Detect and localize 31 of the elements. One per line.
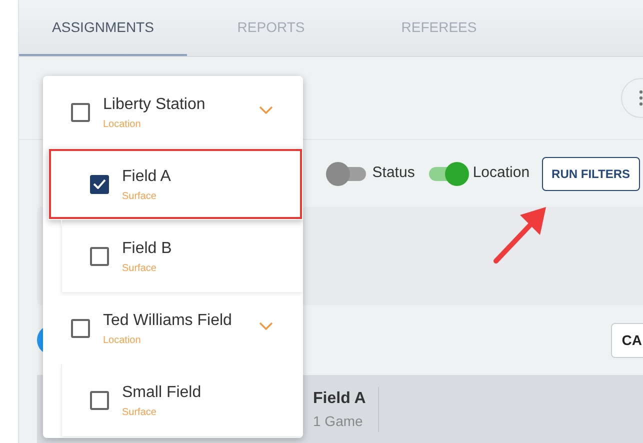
surface-name: Field A — [313, 388, 366, 408]
surface-option[interactable]: Small Field Surface — [61, 364, 303, 436]
option-type: Location — [103, 118, 142, 132]
tab[interactable]: ASSIGNMENTS — [19, 0, 187, 56]
toggle-switch[interactable] — [326, 162, 368, 186]
option-type: Surface — [122, 190, 158, 204]
arrow-annotation-drawing — [494, 207, 546, 264]
option-label: Ted Williams Field — [103, 310, 232, 330]
surface-option[interactable]: Field B Surface — [61, 220, 303, 292]
option-label: Liberty Station — [103, 94, 206, 114]
run-filters-button[interactable]: RUN FILTERS — [542, 156, 640, 190]
option-type: Surface — [122, 262, 158, 276]
checkbox[interactable] — [71, 318, 90, 338]
game-count: 1 Game — [313, 412, 364, 430]
checkbox[interactable] — [90, 246, 109, 266]
surface-option[interactable]: Field A Surface — [48, 148, 303, 220]
checkbox[interactable] — [71, 102, 90, 122]
option-label: Small Field — [122, 382, 202, 402]
option-label: Field A — [122, 166, 171, 186]
location-option[interactable]: Ted Williams Field Location — [43, 292, 303, 364]
checkbox[interactable] — [90, 390, 109, 410]
option-label: Field B — [122, 238, 172, 258]
option-type: Location — [103, 334, 142, 348]
toggle-label: Status — [372, 163, 415, 184]
toggle-switch[interactable] — [426, 162, 469, 186]
checkbox[interactable] — [90, 174, 109, 194]
action-button[interactable]: CA — [610, 322, 643, 358]
more-icon — [639, 90, 643, 106]
location-option[interactable]: Liberty Station Location — [43, 76, 303, 148]
toggle-label: Location — [472, 163, 530, 184]
option-type: Surface — [122, 406, 158, 420]
